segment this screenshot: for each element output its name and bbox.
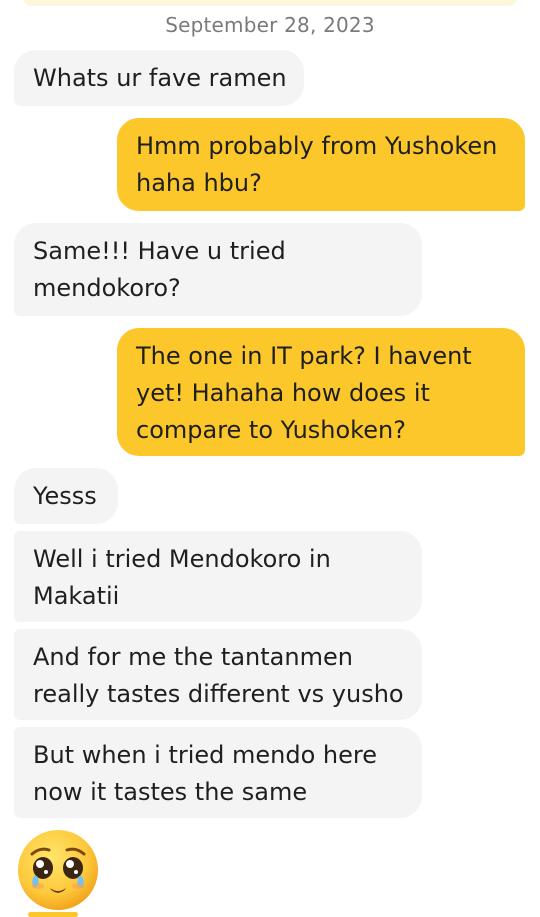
message-text: now it tastes the same	[33, 778, 308, 806]
pleading-face-with-tears-emoji-icon[interactable]	[16, 828, 100, 912]
message-text: Yesss	[33, 482, 97, 510]
message-text: Hmm probably from Yushoken	[136, 132, 498, 160]
incoming-message[interactable]: Well i tried Mendokoro in Makatii	[14, 531, 422, 622]
emoji-reaction-indicator	[28, 912, 78, 917]
previous-message-edge	[22, 0, 518, 6]
incoming-message[interactable]: Same!!! Have u tried mendokoro?	[14, 223, 422, 316]
message-text: Makatii	[33, 582, 120, 610]
message-text: yet! Hahaha how does it	[136, 379, 430, 407]
message-text: Same!!! Have u tried	[33, 237, 286, 265]
date-separator: September 28, 2023	[165, 13, 375, 37]
incoming-message[interactable]: Yesss	[14, 468, 118, 524]
incoming-message[interactable]: Whats ur fave ramen	[14, 50, 304, 106]
outgoing-message[interactable]: Hmm probably from Yushoken haha hbu?	[117, 118, 525, 211]
message-text: haha hbu?	[136, 169, 262, 197]
message-text: Well i tried Mendokoro in	[33, 545, 331, 573]
message-text: compare to Yushoken?	[136, 416, 406, 444]
message-text: really tastes different vs yusho	[33, 680, 404, 708]
message-text: The one in IT park? I havent	[136, 342, 472, 370]
outgoing-message[interactable]: The one in IT park? I havent yet! Hahaha…	[117, 328, 525, 456]
message-text: And for me the tantanmen	[33, 643, 353, 671]
incoming-message[interactable]: But when i tried mendo here now it taste…	[14, 727, 422, 818]
message-text: Whats ur fave ramen	[33, 64, 287, 92]
message-text: mendokoro?	[33, 274, 181, 302]
message-text: But when i tried mendo here	[33, 741, 378, 769]
incoming-message[interactable]: And for me the tantanmen really tastes d…	[14, 629, 422, 720]
